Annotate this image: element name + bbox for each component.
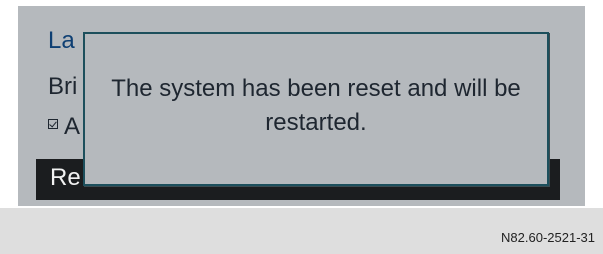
figure-footer: N82.60-2521-31	[0, 208, 603, 254]
menu-item-reset-label: Re	[50, 164, 81, 191]
menu-item-brightness[interactable]: Bri	[48, 72, 77, 102]
dialog-message: The system has been reset and will be re…	[111, 75, 521, 136]
figure-code: N82.60-2521-31	[501, 230, 595, 245]
menu-title: La	[48, 27, 75, 54]
menu-item-checkbox-option[interactable]: A	[48, 112, 80, 142]
display-screen: La Bri A Re The system has been reset an…	[18, 6, 585, 206]
reset-notification-dialog: The system has been reset and will be re…	[83, 32, 549, 186]
checkbox-checked-icon[interactable]	[48, 119, 58, 129]
menu-item-checkbox-label: A	[64, 113, 81, 140]
